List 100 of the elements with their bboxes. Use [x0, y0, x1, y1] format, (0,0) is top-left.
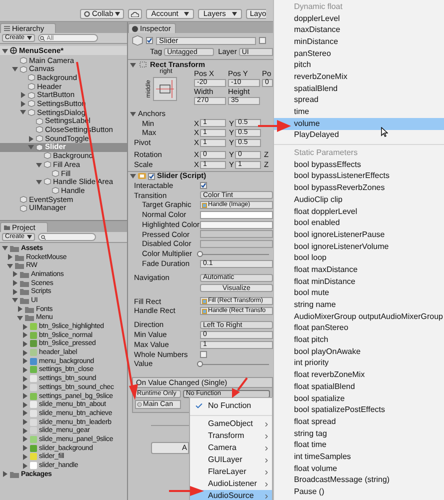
down-triangle-icon[interactable]: [130, 110, 136, 117]
search-field[interactable]: [38, 233, 96, 241]
right-triangle-icon[interactable]: [22, 428, 28, 434]
property-option[interactable]: bool loop: [274, 252, 444, 264]
right-triangle-icon[interactable]: [7, 254, 13, 260]
checkbox[interactable]: [148, 172, 155, 180]
right-triangle-icon[interactable]: [22, 419, 28, 426]
slider-thumb[interactable]: [197, 251, 203, 258]
color-swatch[interactable]: [200, 210, 273, 219]
right-triangle-icon[interactable]: [22, 358, 28, 364]
anchor-preset-button[interactable]: [152, 77, 176, 101]
right-triangle-icon[interactable]: [22, 436, 28, 442]
property-option[interactable]: float pitch: [274, 334, 444, 346]
color-swatch[interactable]: [200, 230, 273, 238]
property-option[interactable]: bool bypassListenerEffects: [274, 170, 444, 182]
property-option[interactable]: volume: [274, 118, 444, 130]
property-option[interactable]: BroadcastMessage (string): [274, 474, 444, 486]
property-option[interactable]: float maxDistance: [274, 264, 444, 276]
down-triangle-icon[interactable]: [36, 162, 42, 168]
right-triangle-icon[interactable]: [20, 100, 26, 107]
down-triangle-icon[interactable]: [28, 144, 34, 150]
down-triangle-icon[interactable]: [17, 314, 23, 321]
color-swatch[interactable]: [200, 240, 273, 248]
down-triangle-icon[interactable]: [2, 245, 8, 252]
property-option[interactable]: bool playOnAwake: [274, 346, 444, 358]
function-option[interactable]: No Function: [190, 400, 272, 412]
right-triangle-icon[interactable]: [22, 324, 28, 330]
right-triangle-icon[interactable]: [12, 288, 18, 295]
function-option[interactable]: Camera: [190, 442, 272, 454]
down-triangle-icon[interactable]: [20, 109, 26, 116]
property-option[interactable]: spread: [274, 94, 444, 106]
property-option[interactable]: bool ignoreListenerPause: [274, 229, 444, 241]
function-option[interactable]: AudioSource: [190, 490, 272, 500]
function-option[interactable]: FlareLayer: [190, 466, 272, 478]
right-triangle-icon[interactable]: [22, 454, 28, 460]
property-option[interactable]: bool enabled: [274, 217, 444, 230]
property-option[interactable]: AudioMixerGroup outputAudioMixerGroup: [274, 310, 444, 323]
right-triangle-icon[interactable]: [22, 376, 28, 382]
right-triangle-icon[interactable]: [20, 92, 26, 98]
function-option[interactable]: GameObject: [190, 418, 272, 430]
property-option[interactable]: string name: [274, 299, 444, 311]
property-option[interactable]: float volume: [274, 462, 444, 474]
property-option[interactable]: PlayDelayed: [274, 130, 444, 142]
property-option[interactable]: int priority: [274, 358, 444, 370]
right-triangle-icon[interactable]: [22, 462, 28, 469]
checkbox[interactable]: [146, 37, 153, 44]
right-triangle-icon[interactable]: [22, 402, 28, 408]
color-swatch[interactable]: [200, 220, 273, 229]
property-option[interactable]: float spread: [274, 416, 444, 428]
property-option[interactable]: pitch: [274, 59, 444, 72]
down-triangle-icon[interactable]: [12, 66, 18, 72]
right-triangle-icon[interactable]: [12, 280, 18, 286]
property-option[interactable]: bool spatialize: [274, 392, 444, 404]
right-triangle-icon[interactable]: [22, 393, 28, 400]
property-option[interactable]: dopplerLevel: [274, 12, 444, 24]
property-option[interactable]: Pause (): [274, 486, 444, 498]
right-triangle-icon[interactable]: [22, 410, 28, 416]
property-option[interactable]: float minDistance: [274, 276, 444, 288]
property-option[interactable]: float dopplerLevel: [274, 206, 444, 218]
property-option[interactable]: minDistance: [274, 36, 444, 48]
right-triangle-icon[interactable]: [22, 332, 28, 338]
property-option[interactable]: spatialBlend: [274, 82, 444, 94]
function-option[interactable]: AudioListener: [190, 478, 272, 490]
right-triangle-icon[interactable]: [22, 366, 28, 373]
property-option[interactable]: AudioClip clip: [274, 194, 444, 206]
property-option[interactable]: int timeSamples: [274, 451, 444, 463]
right-triangle-icon[interactable]: [12, 271, 18, 278]
property-option[interactable]: bool ignoreListenerVolume: [274, 240, 444, 252]
property-option[interactable]: bool spatializePostEffects: [274, 404, 444, 416]
cloud-button[interactable]: [128, 9, 142, 19]
checkbox[interactable]: [200, 182, 207, 189]
property-option[interactable]: float panStereo: [274, 322, 444, 334]
checkbox[interactable]: [200, 350, 207, 358]
down-triangle-icon[interactable]: [130, 173, 136, 180]
function-option[interactable]: Transform: [190, 430, 272, 442]
function-option[interactable]: GUILayer: [190, 454, 272, 466]
property-option[interactable]: time: [274, 106, 444, 118]
right-triangle-icon[interactable]: [2, 471, 8, 478]
property-option[interactable]: bool bypassEffects: [274, 158, 444, 171]
property-option[interactable]: maxDistance: [274, 24, 444, 36]
property-option[interactable]: bool mute: [274, 288, 444, 300]
right-triangle-icon[interactable]: [22, 384, 28, 390]
right-triangle-icon[interactable]: [22, 350, 28, 356]
slider-thumb[interactable]: [197, 361, 203, 368]
checkbox[interactable]: [259, 37, 266, 44]
down-triangle-icon[interactable]: [36, 178, 42, 185]
property-option[interactable]: float time: [274, 439, 444, 452]
property-option[interactable]: float spatialBlend: [274, 381, 444, 393]
right-triangle-icon[interactable]: [17, 306, 23, 312]
down-triangle-icon[interactable]: [2, 48, 8, 54]
right-triangle-icon[interactable]: [22, 445, 28, 452]
property-option[interactable]: reverbZoneMix: [274, 71, 444, 83]
right-triangle-icon[interactable]: [28, 136, 34, 142]
down-triangle-icon[interactable]: [12, 297, 18, 304]
property-option[interactable]: bool bypassReverbZones: [274, 182, 444, 194]
right-triangle-icon[interactable]: [22, 340, 28, 347]
down-triangle-icon[interactable]: [130, 62, 136, 68]
property-option[interactable]: float reverbZoneMix: [274, 369, 444, 381]
property-option[interactable]: panStereo: [274, 48, 444, 60]
down-triangle-icon[interactable]: [7, 262, 13, 269]
